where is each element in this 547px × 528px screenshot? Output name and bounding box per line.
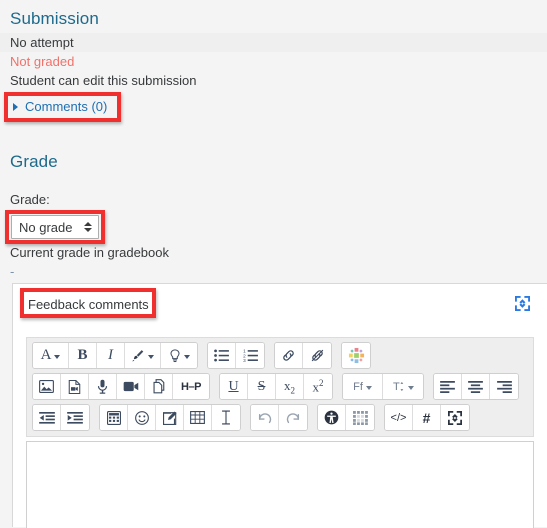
indent-increase-icon[interactable] <box>61 405 89 430</box>
status-row-can-edit: Student can edit this submission <box>10 73 197 88</box>
font-family-icon[interactable]: Ff <box>343 374 383 399</box>
toolbar-group-source: </> # <box>384 404 470 431</box>
insert-media-icon[interactable] <box>61 374 89 399</box>
toolbar-group-link <box>274 342 332 369</box>
current-grade-label: Current grade in gradebook <box>10 245 169 260</box>
emoticon-icon[interactable] <box>128 405 156 430</box>
status-row-no-attempt: No attempt <box>0 33 547 52</box>
style-bulb-icon[interactable] <box>161 343 197 368</box>
record-video-icon[interactable] <box>117 374 145 399</box>
submission-heading: Submission <box>10 9 99 28</box>
feedback-textarea[interactable] <box>26 441 534 528</box>
highlight-icon[interactable] <box>125 343 161 368</box>
equation-icon[interactable] <box>342 343 370 368</box>
bold-icon[interactable]: B <box>69 343 97 368</box>
redo-icon[interactable] <box>279 405 307 430</box>
toolbar-group-decoration: U S x2 x2 <box>219 373 333 400</box>
subscript-icon[interactable]: x2 <box>276 374 304 399</box>
hashtag-icon[interactable]: # <box>413 405 441 430</box>
toolbar-row-3: </> # <box>32 404 528 431</box>
link-icon[interactable] <box>275 343 303 368</box>
insert-table-icon[interactable] <box>184 405 212 430</box>
svg-text:T: T <box>393 381 400 393</box>
insert-edit-icon[interactable] <box>156 405 184 430</box>
grade-heading: Grade <box>10 152 58 171</box>
calculator-icon[interactable] <box>100 405 128 430</box>
toolbar-group-media: H–P <box>32 373 210 400</box>
html-source-icon[interactable]: </> <box>385 405 413 430</box>
manage-files-icon[interactable] <box>145 374 173 399</box>
select-spinner-icon <box>84 222 92 232</box>
accessibility-checker-icon[interactable] <box>318 405 346 430</box>
superscript-icon[interactable]: x2 <box>304 374 332 399</box>
undo-icon[interactable] <box>251 405 279 430</box>
toolbar-group-history <box>250 404 308 431</box>
unlink-icon[interactable] <box>303 343 331 368</box>
svg-text:3: 3 <box>243 358 246 362</box>
toolbar-group-insert <box>99 404 241 431</box>
toolbar-group-lists: 1 2 3 <box>207 342 265 369</box>
grade-select-value: No grade <box>19 219 73 235</box>
grade-field-label: Grade: <box>10 192 50 207</box>
underline-icon[interactable]: U <box>220 374 248 399</box>
h5p-icon[interactable]: H–P <box>173 374 209 399</box>
grading-panel: Submission No attempt Not graded Student… <box>0 0 547 528</box>
toolbar-group-align <box>433 373 519 400</box>
fullscreen-icon[interactable] <box>441 405 469 430</box>
align-center-icon[interactable] <box>462 374 490 399</box>
toolbar-group-equation <box>341 342 371 369</box>
align-right-icon[interactable] <box>490 374 518 399</box>
expand-arrows-icon[interactable] <box>515 296 530 311</box>
insert-image-icon[interactable] <box>33 374 61 399</box>
toolbar-group-indent <box>32 404 90 431</box>
submission-status-list: No attempt Not graded Student can edit t… <box>0 33 547 90</box>
grade-select[interactable]: No grade <box>11 215 99 239</box>
editor-toolbar: A B I 1 2 3 H–P U S x2 x2 Ff T </> # <box>26 337 534 437</box>
indent-decrease-icon[interactable] <box>33 405 61 430</box>
screenreader-helper-icon[interactable] <box>346 405 374 430</box>
bullet-list-icon[interactable] <box>208 343 236 368</box>
feedback-editor-panel: Feedback comments A B I 1 2 3 H–P U S x2… <box>12 283 547 528</box>
record-audio-icon[interactable] <box>89 374 117 399</box>
font-size-icon[interactable]: T <box>383 374 423 399</box>
toolbar-group-accessibility <box>317 404 375 431</box>
italic-icon[interactable]: I <box>97 343 125 368</box>
font-style-icon[interactable]: A <box>33 343 69 368</box>
align-left-icon[interactable] <box>434 374 462 399</box>
numbered-list-icon[interactable]: 1 2 3 <box>236 343 264 368</box>
status-row-not-graded: Not graded <box>10 54 75 69</box>
current-grade-value: - <box>10 264 15 279</box>
toolbar-group-text-style: A B I <box>32 342 198 369</box>
toolbar-row-1: A B I 1 2 3 <box>32 342 528 369</box>
comments-toggle[interactable]: Comments (0) <box>13 99 107 115</box>
clear-formatting-icon[interactable] <box>212 405 240 430</box>
triangle-right-icon <box>13 103 18 111</box>
feedback-label: Feedback comments <box>28 297 149 312</box>
comments-toggle-label[interactable]: Comments (0) <box>25 99 107 115</box>
strikethrough-icon[interactable]: S <box>248 374 276 399</box>
toolbar-row-2: H–P U S x2 x2 Ff T <box>32 373 528 400</box>
toolbar-group-font: Ff T <box>342 373 424 400</box>
